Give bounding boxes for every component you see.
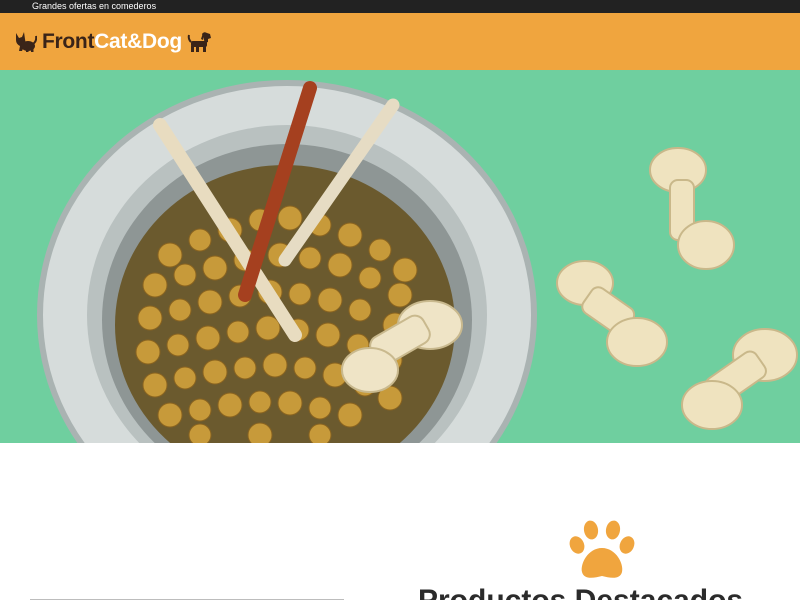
hero-banner <box>0 70 800 443</box>
paw-icon <box>566 520 638 587</box>
brand-logo[interactable]: FrontCat&Dog <box>13 29 213 55</box>
hero-image <box>0 70 800 443</box>
promo-bar: Grandes ofertas en comederos <box>0 0 800 13</box>
brand-name-part1: Front <box>42 30 95 53</box>
section-title: Productos Destacados <box>418 583 743 600</box>
promo-text: Grandes ofertas en comederos <box>32 1 157 11</box>
site-header: FrontCat&Dog <box>0 13 800 70</box>
dog-icon <box>187 31 213 53</box>
brand-name-part2: Cat&Dog <box>94 30 182 53</box>
brand-name: FrontCat&Dog <box>42 29 182 55</box>
cat-icon <box>13 31 37 53</box>
featured-section: Productos Destacados <box>0 443 800 600</box>
